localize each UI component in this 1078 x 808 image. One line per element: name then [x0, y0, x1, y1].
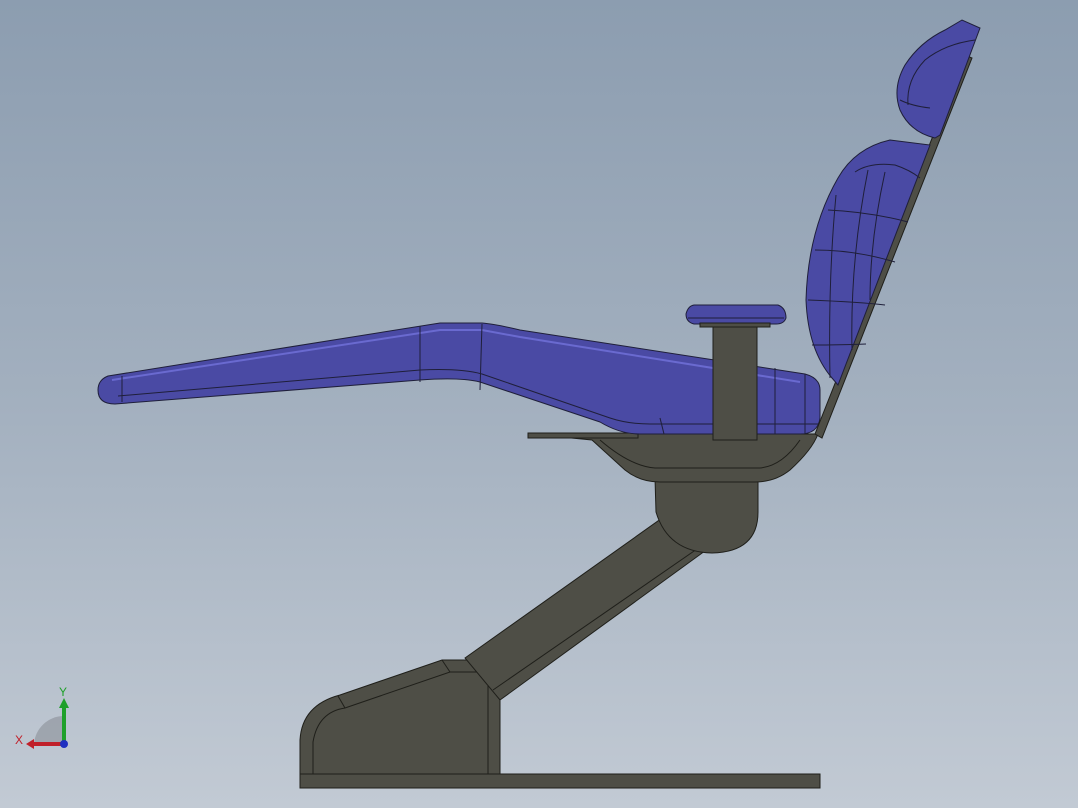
base-housing[interactable] — [299, 659, 501, 775]
triad-z-origin — [60, 740, 68, 748]
armrest-mount — [699, 322, 771, 328]
dental-chair-model[interactable] — [0, 0, 1078, 808]
armrest-pad[interactable] — [685, 304, 787, 325]
seat-frame[interactable] — [529, 433, 819, 483]
graphics-viewport[interactable]: Y X — [0, 0, 1078, 808]
seat-frame-flange — [527, 432, 639, 439]
armrest-post[interactable] — [712, 321, 758, 441]
headrest[interactable] — [896, 19, 981, 139]
triad-y-label: Y — [59, 685, 67, 699]
triad-x-arrow — [26, 739, 34, 749]
triad-y-arrow — [59, 698, 69, 708]
base-plate[interactable] — [299, 773, 821, 789]
orientation-triad[interactable]: Y X — [10, 684, 80, 754]
triad-arc — [34, 715, 64, 744]
seat-cushion[interactable] — [97, 322, 821, 435]
backrest-cushion[interactable] — [805, 139, 931, 386]
triad-x-label: X — [15, 733, 23, 747]
